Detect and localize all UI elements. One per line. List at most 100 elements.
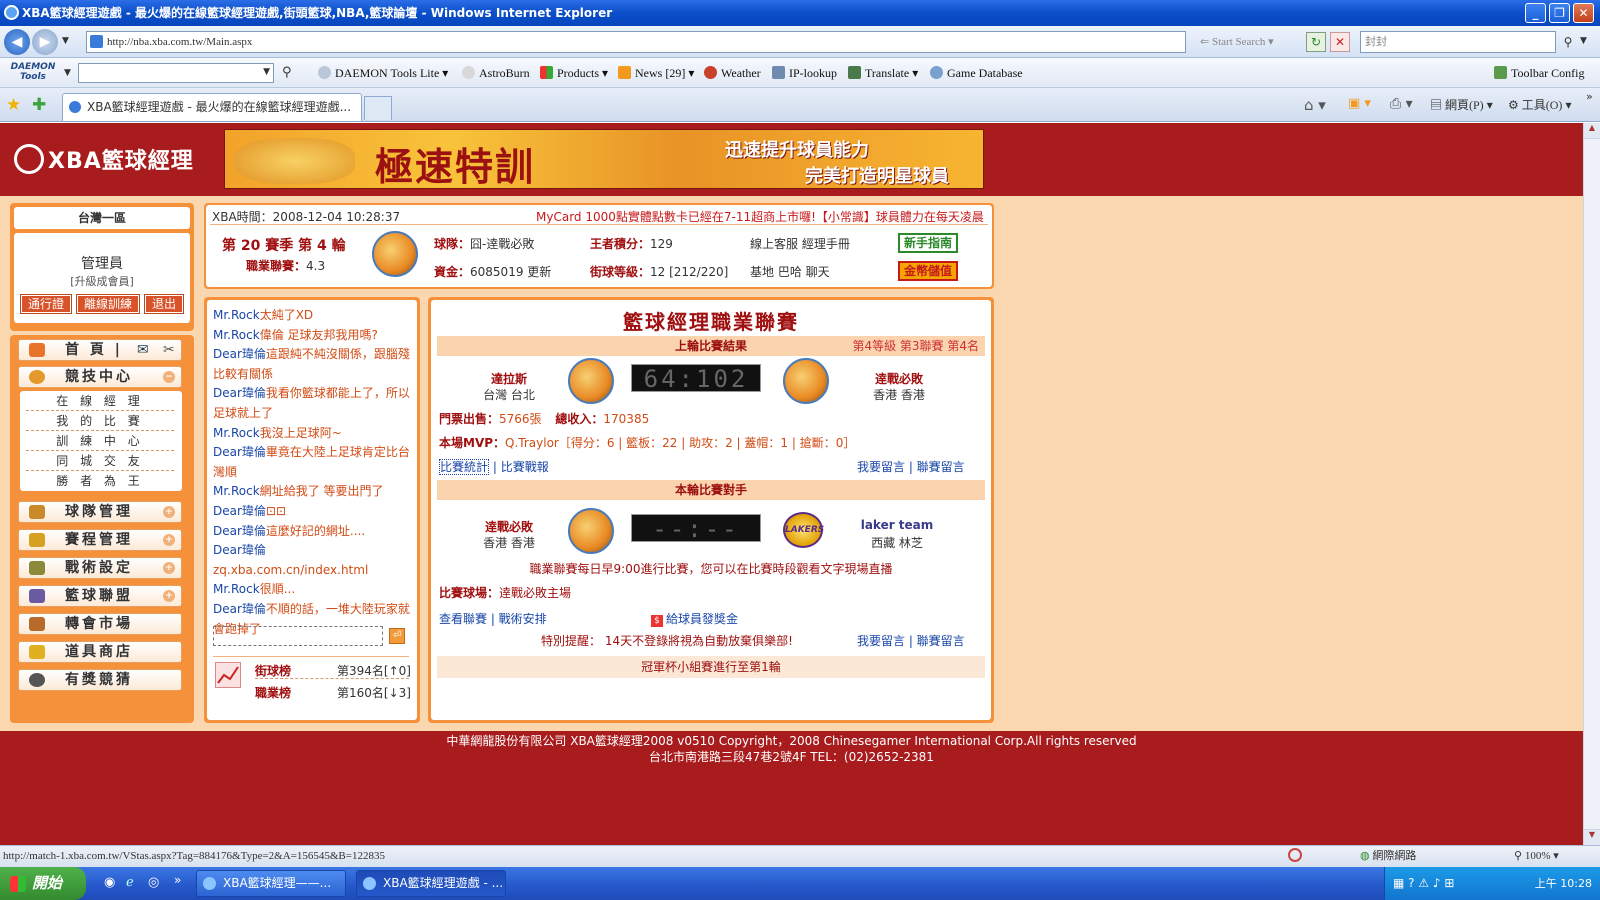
passport-button[interactable]: 通行證: [20, 295, 71, 313]
start-search[interactable]: ⇐ Start Search ▾: [1200, 35, 1274, 48]
new-tab-button[interactable]: [364, 96, 392, 120]
menu-quiz[interactable]: 有獎競猜: [18, 669, 182, 691]
support-links[interactable]: 線上客服 經理手冊: [750, 235, 850, 252]
chat-username[interactable]: Dear瑋倫: [213, 386, 266, 400]
away-team-name[interactable]: 逹戰必敗: [859, 370, 939, 387]
home-icon[interactable]: ⌂ ▾: [1304, 96, 1326, 114]
team-logo[interactable]: [372, 231, 418, 277]
comment-links[interactable]: 我要留言 | 聯賽留言: [857, 458, 965, 475]
menu-arena[interactable]: 競技中心 −: [18, 366, 182, 388]
next-home-team-name[interactable]: 逹戰必敗: [469, 518, 549, 535]
magnifier-icon[interactable]: ⚲: [282, 65, 292, 80]
comment-links-2[interactable]: 我要留言 | 聯賽留言: [857, 632, 965, 649]
forward-button[interactable]: ▶: [32, 29, 58, 55]
stop-icon[interactable]: ✕: [1330, 32, 1350, 52]
home-team-logo[interactable]: [568, 358, 614, 404]
beginner-guide-button[interactable]: 新手指南: [898, 233, 958, 253]
submenu-city-friends[interactable]: 同 城 交 友: [26, 451, 174, 471]
quicklaunch-more-icon[interactable]: »: [174, 873, 181, 887]
tab-xba[interactable]: XBA籃球經理遊戲 - 最火爆的在線籃球經理遊戲...: [62, 93, 362, 121]
tools-icon[interactable]: ✂: [163, 340, 178, 360]
toolbar-item-news[interactable]: News [29] ▾: [618, 66, 694, 81]
search-options-icon[interactable]: ▼: [1580, 36, 1587, 46]
last-score[interactable]: 64:102: [631, 364, 761, 393]
page-menu[interactable]: ▤ 網頁(P) ▾: [1430, 96, 1493, 113]
chat-username[interactable]: Dear瑋倫: [213, 504, 266, 518]
daemon-dropdown-icon[interactable]: ▼: [64, 68, 71, 78]
back-button[interactable]: ◀: [4, 29, 30, 55]
news-marquee[interactable]: MyCard 1000點實體點數卡已經在7-11超商上市囉!【小常識】球員體力在…: [536, 208, 984, 225]
add-favorite-icon[interactable]: ✚: [32, 95, 46, 115]
chat-username[interactable]: Mr.Rock: [213, 426, 260, 440]
chat-username[interactable]: Dear瑋倫: [213, 445, 266, 459]
toolbar-item-weather[interactable]: Weather: [704, 66, 761, 81]
logout-button[interactable]: 退出: [145, 295, 184, 313]
match-stats-link[interactable]: 比賽統計: [439, 459, 490, 475]
chat-username[interactable]: Mr.Rock: [213, 308, 260, 322]
chat-username[interactable]: Dear瑋倫: [213, 524, 266, 538]
submenu-winner-king[interactable]: 勝 者 為 王: [26, 471, 174, 491]
toolbar-config[interactable]: Toolbar Config: [1494, 66, 1584, 81]
promo-banner[interactable]: 極速特訓 迅速提升球員能力 完美打造明星球員: [224, 129, 984, 189]
scroll-down-icon[interactable]: ▼: [1584, 829, 1600, 845]
toolbar-item-game-database[interactable]: Game Database: [930, 66, 1023, 81]
toolbar-item-translate[interactable]: Translate ▾: [848, 66, 918, 81]
security-icon[interactable]: [1288, 848, 1302, 862]
close-button[interactable]: ✕: [1573, 3, 1594, 23]
menu-transfer-market[interactable]: 轉會市場: [18, 613, 182, 635]
collapse-icon[interactable]: −: [163, 371, 175, 383]
quicklaunch-desktop-icon[interactable]: ◉: [104, 875, 115, 890]
toolbar-item-astroburn[interactable]: AstroBurn: [462, 66, 530, 81]
taskbar-item-1[interactable]: XBA籃球經理——...: [196, 870, 346, 897]
taskbar-item-2[interactable]: XBA籃球經理遊戲 - ...: [356, 870, 506, 897]
feeds-icon[interactable]: ▣ ▾: [1348, 96, 1371, 111]
minimize-button[interactable]: _: [1525, 3, 1546, 23]
quicklaunch-media-icon[interactable]: ◎: [148, 875, 159, 890]
search-input[interactable]: 封封: [1360, 31, 1556, 53]
toolbar-search-combo[interactable]: ▼: [78, 63, 274, 83]
expand-icon[interactable]: +: [163, 590, 175, 602]
search-icon[interactable]: ⚲: [1558, 32, 1578, 52]
next-home-team-logo[interactable]: [568, 508, 614, 554]
menu-home[interactable]: 首 頁 | ✉ ✂: [18, 339, 182, 361]
offline-training-button[interactable]: 離線訓練: [76, 295, 139, 313]
chevron-right-icon[interactable]: »: [1586, 90, 1593, 103]
upgrade-member-link[interactable]: [升級成會員]: [14, 273, 190, 289]
scroll-up-icon[interactable]: ▲: [1584, 123, 1600, 139]
submenu-training-center[interactable]: 訓 練 中 心: [26, 431, 174, 451]
submenu-my-matches[interactable]: 我 的 比 賽: [26, 411, 174, 431]
menu-team-management[interactable]: 球隊管理 +: [18, 501, 182, 523]
bonus-link[interactable]: $ 給球員發獎金: [651, 610, 738, 627]
favorites-star-icon[interactable]: ★: [6, 95, 21, 115]
mail-icon[interactable]: ✉: [137, 340, 152, 360]
home-team-name[interactable]: 達拉斯: [479, 370, 539, 387]
next-away-team-name[interactable]: laker team: [847, 518, 947, 532]
toolbar-item-daemon-lite[interactable]: DAEMON Tools Lite ▾: [318, 66, 448, 81]
away-team-logo[interactable]: [783, 358, 829, 404]
zoom-level[interactable]: ⚲ 100% ▾: [1514, 846, 1559, 866]
toolbar-item-ip-lookup[interactable]: IP-lookup: [772, 66, 837, 81]
menu-league[interactable]: 籃球聯盟 +: [18, 585, 182, 607]
chat-username[interactable]: Mr.Rock: [213, 582, 260, 596]
chat-username[interactable]: Dear瑋倫: [213, 347, 266, 361]
gold-topup-button[interactable]: 金幣儲值: [898, 261, 958, 281]
chat-username[interactable]: Mr.Rock: [213, 328, 260, 342]
chat-username[interactable]: Mr.Rock: [213, 484, 260, 498]
submenu-online-manager[interactable]: 在 線 經 理: [26, 391, 174, 411]
print-icon[interactable]: ⎙ ▾: [1390, 96, 1413, 112]
menu-schedule[interactable]: 賽程管理 +: [18, 529, 182, 551]
expand-icon[interactable]: +: [163, 506, 175, 518]
history-dropdown-icon[interactable]: ▼: [62, 36, 69, 46]
expand-icon[interactable]: +: [163, 562, 175, 574]
chat-username[interactable]: Dear瑋倫: [213, 543, 266, 557]
url-input[interactable]: http://nba.xba.com.tw/Main.aspx: [86, 31, 1186, 53]
maximize-button[interactable]: ❐: [1549, 3, 1570, 23]
update-link[interactable]: 更新: [527, 265, 551, 279]
chat-username[interactable]: Dear瑋倫: [213, 602, 266, 616]
menu-tactics[interactable]: 戰術設定 +: [18, 557, 182, 579]
tray-icons[interactable]: ▦ ? ⚠ ♪ ⊞: [1393, 867, 1454, 900]
schedule-links[interactable]: 查看聯賽 | 戰術安排: [439, 610, 547, 627]
toolbar-item-products[interactable]: Products ▾: [540, 66, 608, 81]
tools-menu[interactable]: ⚙ 工具(O) ▾: [1508, 96, 1571, 113]
match-report-link[interactable]: 比賽戰報: [501, 460, 549, 474]
